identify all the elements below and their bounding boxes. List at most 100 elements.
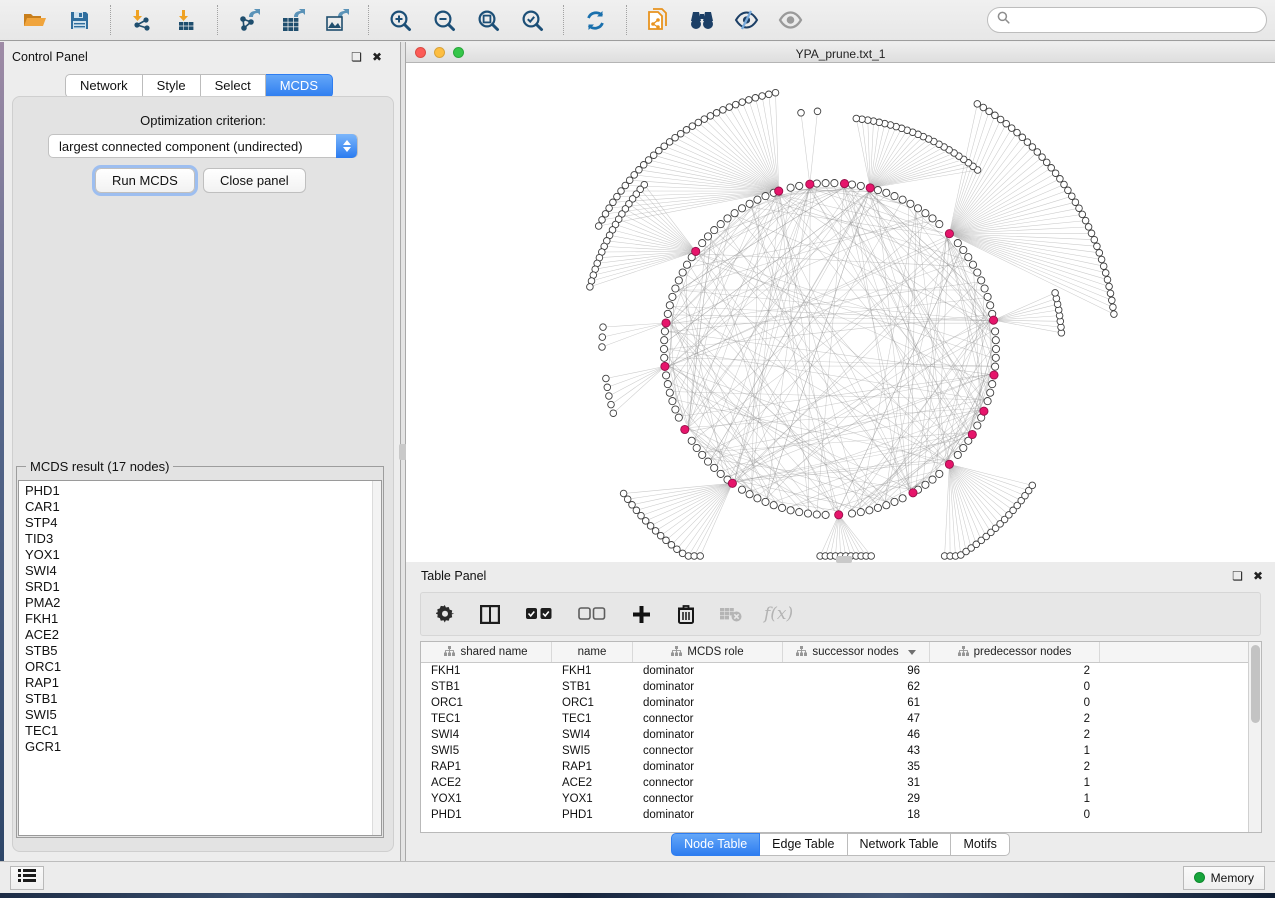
network-node[interactable] — [891, 498, 898, 505]
network-node[interactable] — [754, 196, 761, 203]
leaf-node[interactable] — [633, 507, 640, 514]
deselect-all-rows-button[interactable] — [576, 602, 608, 626]
leaf-node[interactable] — [622, 182, 629, 189]
leaf-node[interactable] — [1052, 290, 1059, 297]
table-row[interactable]: RAP1RAP1dominator352 — [421, 759, 1248, 775]
leaf-node[interactable] — [620, 490, 627, 497]
network-node[interactable] — [866, 507, 873, 514]
leaf-node[interactable] — [1019, 134, 1026, 141]
leaf-node[interactable] — [1085, 224, 1092, 231]
network-node[interactable] — [770, 502, 777, 509]
leaf-node[interactable] — [695, 119, 702, 126]
leaf-node[interactable] — [1109, 297, 1116, 304]
network-node[interactable] — [974, 422, 981, 429]
network-node[interactable] — [822, 180, 829, 187]
tab-network-table[interactable]: Network Table — [848, 833, 952, 856]
network-node[interactable] — [717, 221, 724, 228]
network-node[interactable] — [848, 510, 855, 517]
leaf-node[interactable] — [1065, 187, 1072, 194]
leaf-node[interactable] — [587, 284, 594, 291]
network-node[interactable] — [831, 180, 838, 187]
network-canvas[interactable] — [406, 63, 1275, 562]
leaf-node[interactable] — [599, 217, 606, 224]
leaf-node[interactable] — [752, 95, 759, 102]
clone-network-button[interactable] — [641, 5, 675, 35]
network-node[interactable] — [992, 354, 999, 361]
leaf-node[interactable] — [814, 108, 821, 115]
network-node[interactable] — [664, 310, 671, 317]
column-header-shared-name[interactable]: shared name — [421, 642, 552, 662]
network-node[interactable] — [754, 495, 761, 502]
mcds-dominator-node[interactable] — [662, 319, 670, 327]
leaf-node[interactable] — [726, 104, 733, 111]
mcds-dominator-node[interactable] — [681, 425, 689, 433]
network-node[interactable] — [960, 444, 967, 451]
leaf-node[interactable] — [1069, 193, 1076, 200]
mcds-result-item[interactable]: ORC1 — [25, 659, 372, 675]
zoom-selected-button[interactable] — [515, 5, 549, 35]
leaf-node[interactable] — [759, 93, 766, 100]
export-image-button[interactable] — [320, 5, 354, 35]
network-node[interactable] — [666, 389, 673, 396]
network-node[interactable] — [883, 502, 890, 509]
show-all-button[interactable] — [773, 5, 807, 35]
network-node[interactable] — [981, 285, 988, 292]
network-node[interactable] — [664, 381, 671, 388]
network-node[interactable] — [679, 269, 686, 276]
table-row[interactable]: PHD1PHD1dominator180 — [421, 807, 1248, 823]
mcds-result-item[interactable]: TID3 — [25, 531, 372, 547]
leaf-node[interactable] — [697, 553, 704, 560]
network-node[interactable] — [693, 444, 700, 451]
leaf-node[interactable] — [798, 110, 805, 117]
network-node[interactable] — [936, 221, 943, 228]
mcds-result-item[interactable]: GCR1 — [25, 739, 372, 755]
hide-selected-button[interactable] — [729, 5, 763, 35]
mcds-result-item[interactable]: CAR1 — [25, 499, 372, 515]
leaf-node[interactable] — [1029, 482, 1036, 489]
leaf-node[interactable] — [1076, 205, 1083, 212]
network-node[interactable] — [899, 495, 906, 502]
network-node[interactable] — [796, 182, 803, 189]
leaf-node[interactable] — [992, 112, 999, 119]
network-node[interactable] — [984, 293, 991, 300]
leaf-node[interactable] — [986, 108, 993, 115]
leaf-node[interactable] — [739, 99, 746, 106]
leaf-node[interactable] — [1082, 217, 1089, 224]
float-panel-icon[interactable]: ❏ — [351, 50, 362, 64]
network-node[interactable] — [914, 205, 921, 212]
table-row[interactable]: ORC1ORC1dominator610 — [421, 695, 1248, 711]
network-node[interactable] — [762, 498, 769, 505]
network-node[interactable] — [666, 302, 673, 309]
mcds-dominator-node[interactable] — [909, 489, 917, 497]
network-node[interactable] — [672, 406, 679, 413]
mcds-result-item[interactable]: FKH1 — [25, 611, 372, 627]
table-row[interactable]: SWI5SWI5connector431 — [421, 743, 1248, 759]
network-node[interactable] — [984, 398, 991, 405]
function-builder-button[interactable]: f(x) — [764, 604, 793, 624]
zoom-out-button[interactable] — [427, 5, 461, 35]
network-node[interactable] — [711, 227, 718, 234]
mcds-result-list[interactable]: PHD1CAR1STP4TID3YOX1SWI4SRD1PMA2FKH1ACE2… — [18, 480, 382, 836]
network-node[interactable] — [787, 507, 794, 514]
network-node[interactable] — [672, 285, 679, 292]
network-node[interactable] — [848, 181, 855, 188]
leaf-node[interactable] — [608, 401, 615, 408]
network-node[interactable] — [675, 414, 682, 421]
leaf-node[interactable] — [599, 334, 606, 341]
network-node[interactable] — [699, 451, 706, 458]
leaf-node[interactable] — [1110, 304, 1117, 311]
leaf-node[interactable] — [772, 89, 779, 96]
mcds-result-item[interactable]: SRD1 — [25, 579, 372, 595]
mcds-result-item[interactable]: ACE2 — [25, 627, 372, 643]
leaf-node[interactable] — [624, 496, 631, 503]
mcds-dominator-node[interactable] — [835, 511, 843, 519]
tab-select[interactable]: Select — [201, 74, 266, 98]
zoom-fit-button[interactable] — [471, 5, 505, 35]
mcds-result-item[interactable]: RAP1 — [25, 675, 372, 691]
table-options-button[interactable] — [433, 602, 457, 626]
mcds-dominator-node[interactable] — [989, 316, 997, 324]
export-table-button[interactable] — [276, 5, 310, 35]
network-node[interactable] — [891, 193, 898, 200]
leaf-node[interactable] — [1094, 243, 1101, 250]
tab-node-table[interactable]: Node Table — [671, 833, 760, 856]
